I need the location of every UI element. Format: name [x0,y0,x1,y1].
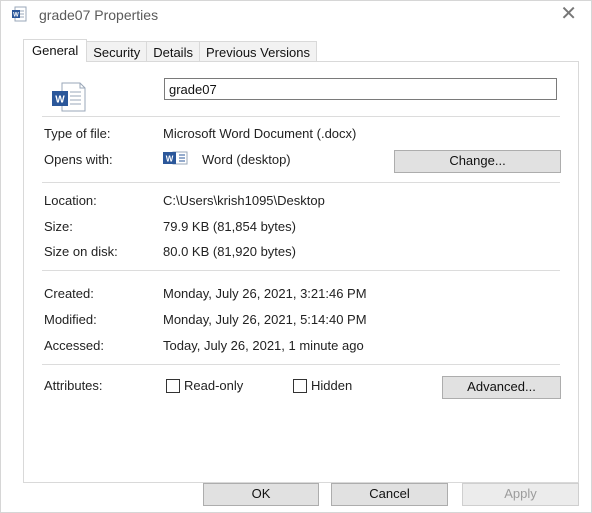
location-value: C:\Users\krish1095\Desktop [163,193,325,208]
modified-value: Monday, July 26, 2021, 5:14:40 PM [163,312,367,327]
svg-text:W: W [166,155,174,164]
created-label: Created: [44,286,94,301]
created-value: Monday, July 26, 2021, 3:21:46 PM [163,286,367,301]
tab-details[interactable]: Details [146,41,200,63]
location-label: Location: [44,193,97,208]
tab-security[interactable]: Security [86,41,148,63]
modified-label: Modified: [44,312,97,327]
word-document-icon: W [52,82,86,112]
separator [42,270,560,271]
window-title: grade07 Properties [39,7,159,23]
attributes-label: Attributes: [44,378,103,393]
size-value: 79.9 KB (81,854 bytes) [163,219,296,234]
word-document-icon: W [12,6,27,22]
separator [42,182,560,183]
svg-text:W: W [13,13,19,19]
advanced-button[interactable]: Advanced... [442,376,561,399]
read-only-checkbox[interactable] [166,379,180,393]
type-of-file-value: Microsoft Word Document (.docx) [163,126,357,141]
svg-text:W: W [55,95,65,106]
accessed-value: Today, July 26, 2021, 1 minute ago [163,338,364,353]
tab-strip: General Security Details Previous Versio… [23,39,318,63]
separator [42,116,560,117]
accessed-label: Accessed: [44,338,104,353]
type-of-file-label: Type of file: [44,126,111,141]
close-icon[interactable]: ✕ [560,3,577,25]
opens-with-value: Word (desktop) [202,152,291,167]
apply-button[interactable]: Apply [462,483,579,506]
title-bar: W grade07 Properties ✕ [1,1,591,31]
properties-dialog: W grade07 Properties ✕ General Security … [0,0,592,513]
opens-with-label: Opens with: [44,152,113,167]
hidden-label[interactable]: Hidden [311,378,352,393]
file-name-field[interactable] [164,78,557,100]
size-on-disk-label: Size on disk: [44,244,118,259]
size-label: Size: [44,219,73,234]
general-panel: W Type of file: Microsoft Word Document … [23,61,579,483]
tab-previous-versions[interactable]: Previous Versions [198,41,318,63]
separator [42,364,560,365]
word-app-icon: W [163,151,188,165]
ok-button[interactable]: OK [203,483,319,506]
hidden-checkbox[interactable] [293,379,307,393]
read-only-label[interactable]: Read-only [184,378,243,393]
change-button[interactable]: Change... [394,150,561,173]
size-on-disk-value: 80.0 KB (81,920 bytes) [163,244,296,259]
tab-general[interactable]: General [23,39,88,62]
dialog-footer: OK Cancel Apply [1,482,591,512]
cancel-button[interactable]: Cancel [331,483,448,506]
